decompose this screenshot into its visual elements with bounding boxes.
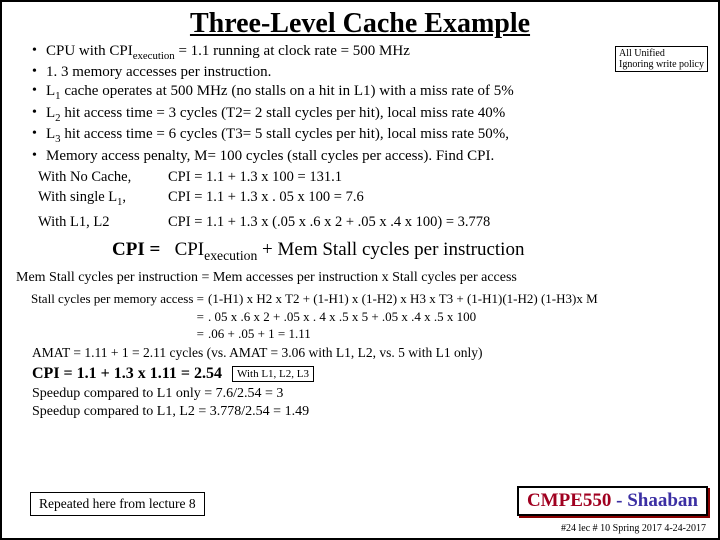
mem-stall-eq: Mem Stall cycles per instruction = Mem a… bbox=[16, 270, 706, 286]
spma-0-r: (1-H1) x H2 x T2 + (1-H1) x (1-H2) x H3 … bbox=[208, 290, 710, 308]
slide: Three-Level Cache Example All Unified Ig… bbox=[0, 0, 720, 540]
spma-1-l: = bbox=[8, 308, 208, 326]
course-name: - Shaaban bbox=[611, 490, 698, 511]
spma-1-r: . 05 x .6 x 2 + .05 x . 4 x .5 x 5 + .05… bbox=[208, 308, 710, 326]
spma-2-r: .06 + .05 + 1 = 1.11 bbox=[208, 325, 710, 343]
calc-block: With No Cache,CPI = 1.1 + 1.3 x 100 = 13… bbox=[38, 169, 702, 231]
course-box: CMPE550 - Shaaban bbox=[517, 486, 708, 516]
final-cpi: CPI = 1.1 + 1.3 x 1.11 = 2.54 With L1, L… bbox=[32, 365, 708, 383]
speedup-2: Speedup compared to L1, L2 = 3.778/2.54 … bbox=[32, 403, 708, 421]
bullet-list: •CPU with CPIexecution = 1.1 running at … bbox=[32, 42, 704, 165]
calc-2-l: With L1, L2 bbox=[38, 214, 168, 231]
calc-1-l: With single L1, bbox=[38, 189, 168, 208]
amat-line: AMAT = 1.11 + 1 = 2.11 cycles (vs. AMAT … bbox=[32, 345, 708, 361]
spma-0-l: Stall cycles per memory access = bbox=[8, 290, 208, 308]
main-eq-left: CPI = bbox=[112, 239, 160, 260]
spma-2-l: = bbox=[8, 325, 208, 343]
calc-0-r: CPI = 1.1 + 1.3 x 100 = 131.1 bbox=[168, 169, 342, 186]
course-code: CMPE550 bbox=[527, 490, 611, 511]
calc-1-r: CPI = 1.1 + 1.3 x . 05 x 100 = 7.6 bbox=[168, 189, 364, 208]
slide-title: Three-Level Cache Example bbox=[2, 8, 718, 40]
main-eq-right: CPIexecution + Mem Stall cycles per inst… bbox=[175, 239, 525, 260]
bullet-4: L2 hit access time = 3 cycles (T2= 2 sta… bbox=[46, 104, 505, 125]
bullet-2: 1. 3 memory accesses per instruction. bbox=[46, 63, 271, 82]
calc-2-r: CPI = 1.1 + 1.3 x (.05 x .6 x 2 + .05 x … bbox=[168, 214, 490, 231]
speedup-1: Speedup compared to L1 only = 7.6/2.54 =… bbox=[32, 385, 708, 403]
speedup-block: Speedup compared to L1 only = 7.6/2.54 =… bbox=[32, 385, 708, 421]
final-cpi-text: CPI = 1.1 + 1.3 x 1.11 = 2.54 bbox=[32, 365, 222, 383]
with-l123-box: With L1, L2, L3 bbox=[232, 366, 314, 382]
footer-meta: #24 lec # 10 Spring 2017 4-24-2017 bbox=[561, 523, 706, 534]
spma-block: Stall cycles per memory access =(1-H1) x… bbox=[8, 290, 710, 343]
bullet-5: L3 hit access time = 6 cycles (T3= 5 sta… bbox=[46, 125, 509, 146]
main-equation: CPI = CPIexecution + Mem Stall cycles pe… bbox=[112, 239, 688, 264]
repeated-box: Repeated here from lecture 8 bbox=[30, 492, 205, 516]
bullet-6: Memory access penalty, M= 100 cycles (st… bbox=[46, 147, 494, 166]
calc-0-l: With No Cache, bbox=[38, 169, 168, 186]
bullet-3: L1 cache operates at 500 MHz (no stalls … bbox=[46, 82, 514, 103]
bullet-1: CPU with CPIexecution = 1.1 running at c… bbox=[46, 42, 410, 63]
